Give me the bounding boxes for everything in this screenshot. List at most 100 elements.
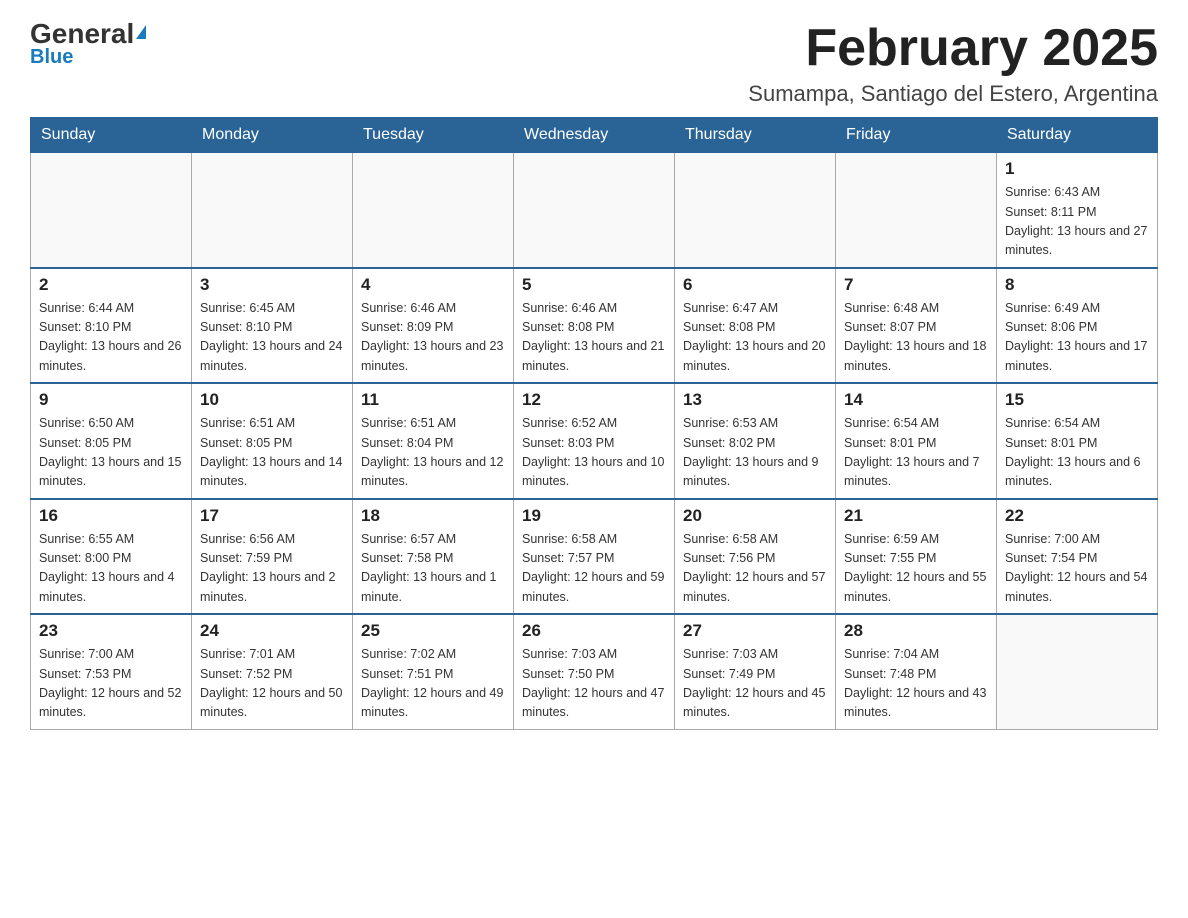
- table-row: [997, 614, 1158, 729]
- day-info: Sunrise: 6:57 AMSunset: 7:58 PMDaylight:…: [361, 530, 505, 608]
- day-info: Sunrise: 7:00 AMSunset: 7:54 PMDaylight:…: [1005, 530, 1149, 608]
- table-row: 6 Sunrise: 6:47 AMSunset: 8:08 PMDaylight…: [675, 268, 836, 384]
- day-number: 24: [200, 621, 344, 641]
- table-row: 5 Sunrise: 6:46 AMSunset: 8:08 PMDaylight…: [514, 268, 675, 384]
- table-row: [353, 153, 514, 268]
- day-number: 17: [200, 506, 344, 526]
- day-info: Sunrise: 6:54 AMSunset: 8:01 PMDaylight:…: [1005, 414, 1149, 492]
- col-header-wednesday: Wednesday: [514, 118, 675, 153]
- col-header-saturday: Saturday: [997, 118, 1158, 153]
- day-number: 5: [522, 275, 666, 295]
- day-number: 8: [1005, 275, 1149, 295]
- title-area: February 2025 Sumampa, Santiago del Este…: [748, 20, 1158, 107]
- day-info: Sunrise: 6:52 AMSunset: 8:03 PMDaylight:…: [522, 414, 666, 492]
- day-info: Sunrise: 6:45 AMSunset: 8:10 PMDaylight:…: [200, 299, 344, 377]
- table-row: 15 Sunrise: 6:54 AMSunset: 8:01 PMDayligh…: [997, 383, 1158, 499]
- calendar-week-row: 1 Sunrise: 6:43 AMSunset: 8:11 PMDaylight…: [31, 153, 1158, 268]
- logo: General Blue: [30, 20, 146, 69]
- day-number: 14: [844, 390, 988, 410]
- day-info: Sunrise: 6:47 AMSunset: 8:08 PMDaylight:…: [683, 299, 827, 377]
- day-info: Sunrise: 6:51 AMSunset: 8:05 PMDaylight:…: [200, 414, 344, 492]
- table-row: 1 Sunrise: 6:43 AMSunset: 8:11 PMDaylight…: [997, 153, 1158, 268]
- table-row: 11Sunrise: 6:51 AMSunset: 8:04 PMDayligh…: [353, 383, 514, 499]
- table-row: 9 Sunrise: 6:50 AMSunset: 8:05 PMDaylight…: [31, 383, 192, 499]
- table-row: 8Sunrise: 6:49 AMSunset: 8:06 PMDaylight…: [997, 268, 1158, 384]
- calendar-week-row: 9 Sunrise: 6:50 AMSunset: 8:05 PMDaylight…: [31, 383, 1158, 499]
- table-row: [514, 153, 675, 268]
- day-number: 28: [844, 621, 988, 641]
- table-row: 25 Sunrise: 7:02 AMSunset: 7:51 PMDayligh…: [353, 614, 514, 729]
- table-row: [192, 153, 353, 268]
- table-row: 22Sunrise: 7:00 AMSunset: 7:54 PMDayligh…: [997, 499, 1158, 615]
- table-row: 26Sunrise: 7:03 AMSunset: 7:50 PMDayligh…: [514, 614, 675, 729]
- day-info: Sunrise: 6:56 AMSunset: 7:59 PMDaylight:…: [200, 530, 344, 608]
- day-info: Sunrise: 6:53 AMSunset: 8:02 PMDaylight:…: [683, 414, 827, 492]
- month-title: February 2025: [748, 20, 1158, 77]
- day-number: 10: [200, 390, 344, 410]
- day-number: 13: [683, 390, 827, 410]
- day-info: Sunrise: 6:48 AMSunset: 8:07 PMDaylight:…: [844, 299, 988, 377]
- logo-text: General: [30, 20, 146, 48]
- location-title: Sumampa, Santiago del Estero, Argentina: [748, 81, 1158, 107]
- day-number: 16: [39, 506, 183, 526]
- day-number: 12: [522, 390, 666, 410]
- day-info: Sunrise: 6:46 AMSunset: 8:08 PMDaylight:…: [522, 299, 666, 377]
- day-info: Sunrise: 7:03 AMSunset: 7:50 PMDaylight:…: [522, 645, 666, 723]
- table-row: 24Sunrise: 7:01 AMSunset: 7:52 PMDayligh…: [192, 614, 353, 729]
- day-info: Sunrise: 6:54 AMSunset: 8:01 PMDaylight:…: [844, 414, 988, 492]
- table-row: 27 Sunrise: 7:03 AMSunset: 7:49 PMDayligh…: [675, 614, 836, 729]
- table-row: 17 Sunrise: 6:56 AMSunset: 7:59 PMDayligh…: [192, 499, 353, 615]
- col-header-monday: Monday: [192, 118, 353, 153]
- table-row: 23 Sunrise: 7:00 AMSunset: 7:53 PMDayligh…: [31, 614, 192, 729]
- day-info: Sunrise: 6:43 AMSunset: 8:11 PMDaylight:…: [1005, 183, 1149, 261]
- table-row: 12 Sunrise: 6:52 AMSunset: 8:03 PMDayligh…: [514, 383, 675, 499]
- day-number: 25: [361, 621, 505, 641]
- day-number: 9: [39, 390, 183, 410]
- col-header-tuesday: Tuesday: [353, 118, 514, 153]
- day-number: 11: [361, 390, 505, 410]
- day-number: 15: [1005, 390, 1149, 410]
- day-info: Sunrise: 6:50 AMSunset: 8:05 PMDaylight:…: [39, 414, 183, 492]
- table-row: 3Sunrise: 6:45 AMSunset: 8:10 PMDaylight…: [192, 268, 353, 384]
- day-number: 6: [683, 275, 827, 295]
- table-row: 28 Sunrise: 7:04 AMSunset: 7:48 PMDayligh…: [836, 614, 997, 729]
- day-info: Sunrise: 6:44 AMSunset: 8:10 PMDaylight:…: [39, 299, 183, 377]
- day-number: 7: [844, 275, 988, 295]
- day-info: Sunrise: 7:02 AMSunset: 7:51 PMDaylight:…: [361, 645, 505, 723]
- col-header-sunday: Sunday: [31, 118, 192, 153]
- day-info: Sunrise: 7:03 AMSunset: 7:49 PMDaylight:…: [683, 645, 827, 723]
- day-number: 1: [1005, 159, 1149, 179]
- table-row: 2 Sunrise: 6:44 AMSunset: 8:10 PMDaylight…: [31, 268, 192, 384]
- calendar-week-row: 23 Sunrise: 7:00 AMSunset: 7:53 PMDayligh…: [31, 614, 1158, 729]
- table-row: [836, 153, 997, 268]
- table-row: 21 Sunrise: 6:59 AMSunset: 7:55 PMDayligh…: [836, 499, 997, 615]
- day-number: 4: [361, 275, 505, 295]
- logo-triangle-icon: [136, 25, 146, 39]
- calendar-header-row: Sunday Monday Tuesday Wednesday Thursday…: [31, 118, 1158, 153]
- page-header: General Blue February 2025 Sumampa, Sant…: [30, 20, 1158, 107]
- day-number: 2: [39, 275, 183, 295]
- table-row: [31, 153, 192, 268]
- table-row: 20Sunrise: 6:58 AMSunset: 7:56 PMDayligh…: [675, 499, 836, 615]
- table-row: 7 Sunrise: 6:48 AMSunset: 8:07 PMDaylight…: [836, 268, 997, 384]
- col-header-friday: Friday: [836, 118, 997, 153]
- day-number: 27: [683, 621, 827, 641]
- day-info: Sunrise: 6:55 AMSunset: 8:00 PMDaylight:…: [39, 530, 183, 608]
- day-info: Sunrise: 6:58 AMSunset: 7:57 PMDaylight:…: [522, 530, 666, 608]
- table-row: [675, 153, 836, 268]
- day-info: Sunrise: 7:00 AMSunset: 7:53 PMDaylight:…: [39, 645, 183, 723]
- day-number: 18: [361, 506, 505, 526]
- calendar-table: Sunday Monday Tuesday Wednesday Thursday…: [30, 117, 1158, 730]
- table-row: 10 Sunrise: 6:51 AMSunset: 8:05 PMDayligh…: [192, 383, 353, 499]
- table-row: 16 Sunrise: 6:55 AMSunset: 8:00 PMDayligh…: [31, 499, 192, 615]
- table-row: 13 Sunrise: 6:53 AMSunset: 8:02 PMDayligh…: [675, 383, 836, 499]
- table-row: 14 Sunrise: 6:54 AMSunset: 8:01 PMDayligh…: [836, 383, 997, 499]
- calendar-week-row: 16 Sunrise: 6:55 AMSunset: 8:00 PMDayligh…: [31, 499, 1158, 615]
- day-number: 19: [522, 506, 666, 526]
- table-row: 19 Sunrise: 6:58 AMSunset: 7:57 PMDayligh…: [514, 499, 675, 615]
- day-info: Sunrise: 6:59 AMSunset: 7:55 PMDaylight:…: [844, 530, 988, 608]
- table-row: 18 Sunrise: 6:57 AMSunset: 7:58 PMDayligh…: [353, 499, 514, 615]
- day-info: Sunrise: 7:04 AMSunset: 7:48 PMDaylight:…: [844, 645, 988, 723]
- day-number: 23: [39, 621, 183, 641]
- day-number: 21: [844, 506, 988, 526]
